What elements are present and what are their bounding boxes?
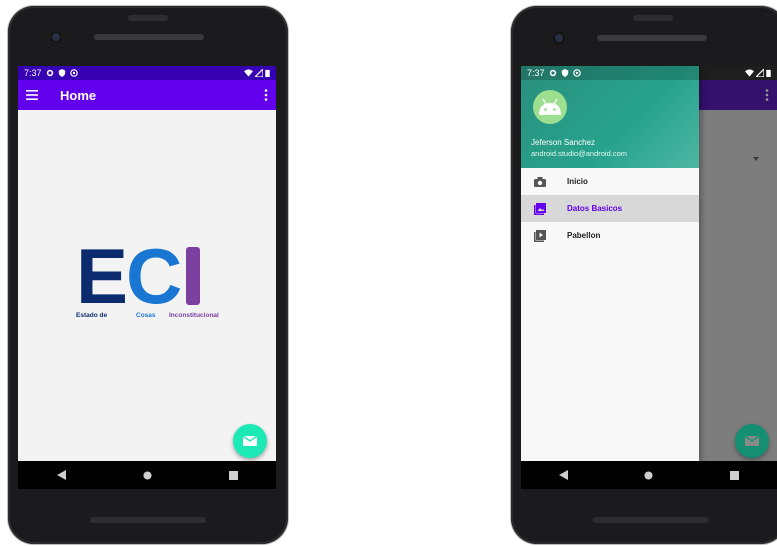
logo-letter-i xyxy=(186,247,201,305)
recents-icon[interactable] xyxy=(729,470,739,480)
phone-right: 7:37 Jeferson Sanchez android.studio@and… xyxy=(511,6,777,544)
battery-icon xyxy=(766,69,771,77)
logo-subtitle: Estado de Cosas Inconstitucional xyxy=(76,312,219,319)
email-fab[interactable] xyxy=(233,424,267,458)
signal-icon xyxy=(756,69,764,77)
logo-letter-c: C xyxy=(126,232,183,320)
gallery-icon xyxy=(533,202,547,216)
phone-left: 7:37 Home E C Estado de Cosas Inconstitu… xyxy=(8,6,288,544)
drawer-header: 7:37 Jeferson Sanchez android.studio@and… xyxy=(521,66,699,168)
email-icon xyxy=(745,436,759,446)
bottom-speaker xyxy=(90,517,206,523)
drawer-menu: Inicio Datos Basicos Pabellon xyxy=(521,168,699,249)
status-time: 7:37 xyxy=(24,68,42,78)
home-icon[interactable] xyxy=(142,470,152,480)
more-vert-icon xyxy=(765,89,769,101)
dropdown-arrow-icon xyxy=(753,157,759,161)
wifi-icon xyxy=(745,69,754,77)
wifi-icon xyxy=(244,69,253,77)
user-name: Jeferson Sanchez xyxy=(531,138,596,147)
settings-icon xyxy=(549,69,556,77)
avatar[interactable] xyxy=(533,90,567,124)
top-notch xyxy=(633,15,673,21)
settings-icon xyxy=(46,69,53,77)
screen-left: 7:37 Home E C Estado de Cosas Inconstitu… xyxy=(18,66,276,489)
slideshow-icon xyxy=(533,229,547,243)
earpiece-speaker xyxy=(94,34,204,40)
logo-letter-e: E xyxy=(76,232,129,320)
menu-item-datos-basicos[interactable]: Datos Basicos xyxy=(521,195,699,222)
menu-item-label: Inicio xyxy=(567,177,588,186)
system-nav-bar xyxy=(18,461,276,489)
more-vert-icon[interactable] xyxy=(264,89,268,101)
app-toolbar: Home xyxy=(18,80,276,110)
at-icon xyxy=(69,69,78,77)
user-email: android.studio@android.com xyxy=(531,149,628,158)
navigation-drawer: 7:37 Jeferson Sanchez android.studio@and… xyxy=(521,66,699,461)
status-bar: 7:37 xyxy=(18,66,276,80)
menu-item-label: Datos Basicos xyxy=(567,204,623,213)
android-icon xyxy=(539,98,561,115)
logo-subtitle-2: Cosas xyxy=(136,312,156,319)
shield-icon xyxy=(58,69,65,77)
menu-item-pabellon[interactable]: Pabellon xyxy=(521,222,699,249)
back-icon[interactable] xyxy=(559,470,569,480)
menu-item-label: Pabellon xyxy=(567,231,601,240)
system-nav-bar xyxy=(521,461,777,489)
menu-item-inicio[interactable]: Inicio xyxy=(521,168,699,195)
top-notch xyxy=(128,15,168,21)
front-camera xyxy=(52,33,60,41)
camera-icon xyxy=(533,175,547,189)
earpiece-speaker xyxy=(597,35,707,41)
status-bar: 7:37 xyxy=(521,66,699,80)
status-time: 7:37 xyxy=(527,68,545,78)
logo-subtitle-1: Estado de xyxy=(76,312,108,319)
logo-subtitle-3: Inconstitucional xyxy=(169,312,219,319)
shield-icon xyxy=(561,69,568,77)
email-icon xyxy=(243,436,257,446)
toolbar-title: Home xyxy=(60,87,97,103)
home-icon[interactable] xyxy=(644,470,654,480)
hamburger-icon[interactable] xyxy=(26,90,38,100)
bottom-speaker xyxy=(593,517,709,523)
recents-icon[interactable] xyxy=(228,470,238,480)
signal-icon xyxy=(255,69,263,77)
back-icon[interactable] xyxy=(56,470,66,480)
at-icon xyxy=(572,69,581,77)
front-camera xyxy=(555,34,563,42)
battery-icon xyxy=(265,69,270,77)
email-fab xyxy=(735,424,769,458)
eci-logo: E C Estado de Cosas Inconstitucional xyxy=(76,232,219,320)
screen-right: 7:37 Jeferson Sanchez android.studio@and… xyxy=(521,66,777,489)
